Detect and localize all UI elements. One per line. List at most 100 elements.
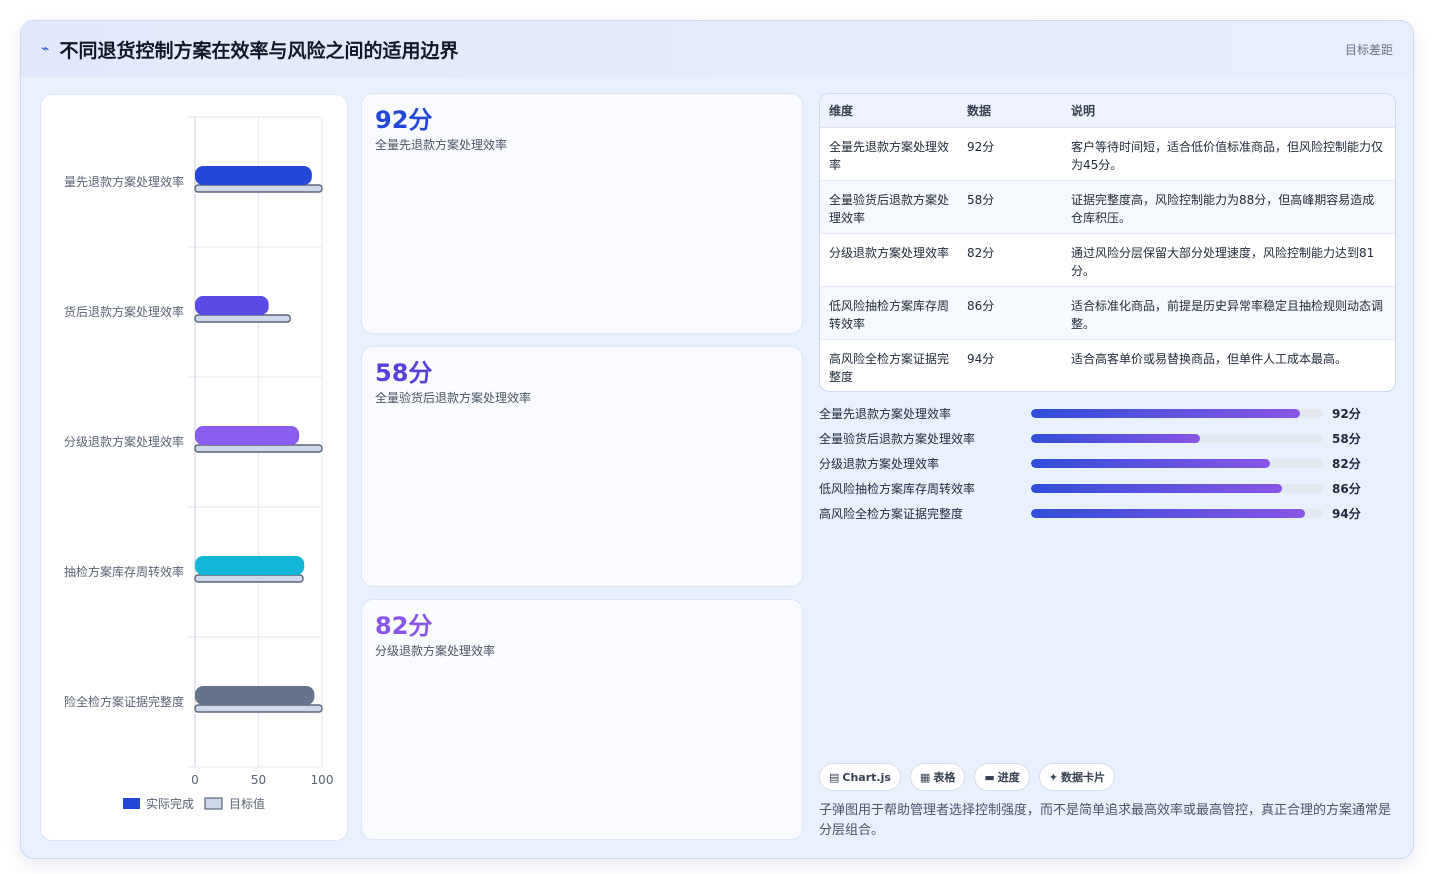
bar-actual <box>195 296 269 315</box>
chip-label: 数据卡片 <box>1060 771 1105 784</box>
x-tick-label: 100 <box>311 773 334 787</box>
progress-icon: ▬ <box>984 770 995 784</box>
chip-progress[interactable]: ▬ 进度 <box>974 763 1030 791</box>
progress-track <box>1031 409 1323 418</box>
bar-target <box>194 314 291 323</box>
data-table-panel: 维度 数据 说明 全量先退款方案处理效率 92分 客户等待时间短，适合低价值标准… <box>819 93 1396 392</box>
table-cell: 客户等待时间短，适合低价值标准商品，但风险控制能力仅为45分。 <box>1062 127 1395 181</box>
table-header-cell: 维度 <box>820 94 958 128</box>
bar-actual <box>195 556 305 575</box>
kpi-card-label: 全量验货后退款方案处理效率 <box>375 391 532 405</box>
progress-fill <box>1031 509 1306 518</box>
progress-label: 高风险全检方案证据完整度 <box>819 507 964 521</box>
table-cell: 82分 <box>958 233 1062 287</box>
bar-actual <box>195 686 315 705</box>
progress-value: 94分 <box>1332 507 1361 521</box>
table-cell: 全量先退款方案处理效率 <box>820 127 958 181</box>
progress-label: 全量先退款方案处理效率 <box>819 407 952 421</box>
table-row: 全量先退款方案处理效率 92分 客户等待时间短，适合低价值标准商品，但风险控制能… <box>820 127 1395 181</box>
table-cell: 证据完整度高，风险控制能力为88分，但高峰期容易造成仓库积压。 <box>1062 180 1395 234</box>
table-cell: 通过风险分层保留大部分处理速度，风险控制能力达到81分。 <box>1062 233 1395 287</box>
legend-swatch-actual <box>123 798 140 809</box>
chip-label: 进度 <box>997 771 1020 784</box>
bar-target <box>194 184 323 193</box>
table-header-row: 维度 数据 说明 <box>820 94 1395 128</box>
y-tick-label: 分级退款方案处理效率 <box>64 434 184 449</box>
table-icon: ▦ <box>919 770 931 784</box>
progress-value: 82分 <box>1332 457 1361 471</box>
kpi-card-2: 58分 全量验货后退款方案处理效率 <box>361 346 803 587</box>
legend-label: 目标值 <box>229 796 265 811</box>
progress-track <box>1031 484 1323 493</box>
progress-track <box>1031 434 1323 443</box>
kpi-card-value: 58分 <box>375 359 433 387</box>
table-cell: 分级退款方案处理效率 <box>820 233 958 287</box>
table-row: 分级退款方案处理效率 82分 通过风险分层保留大部分处理速度，风险控制能力达到8… <box>820 233 1395 287</box>
kpi-card-1: 92分 全量先退款方案处理效率 <box>361 93 803 334</box>
page-title: 不同退货控制方案在效率与风险之间的适用边界 <box>59 39 459 62</box>
legend-label: 实际完成 <box>146 796 194 811</box>
progress-fill <box>1031 434 1201 443</box>
data-table: 维度 数据 说明 全量先退款方案处理效率 92分 客户等待时间短，适合低价值标准… <box>820 94 1395 391</box>
progress-value: 92分 <box>1332 407 1361 421</box>
progress-row: 分级退款方案处理效率 82分 <box>819 451 1379 476</box>
footnote-text: 子弹图用于帮助管理者选择控制强度，而不是简单追求最高效率或最高管控，真正合理的方… <box>819 803 1392 838</box>
chip-label: Chart.js <box>842 770 891 784</box>
table-cell: 86分 <box>958 286 1062 340</box>
progress-row: 高风险全检方案证据完整度 94分 <box>819 501 1379 526</box>
chip-chartjs[interactable]: ▤ Chart.js <box>819 763 901 791</box>
bar-target <box>194 444 323 453</box>
bar-actual <box>195 166 312 185</box>
progress-fill <box>1031 484 1283 493</box>
table-row: 低风险抽检方案库存周转效率 86分 适合标准化商品，前提是历史异常率稳定且抽检规… <box>820 286 1395 340</box>
header-bar: ⌁ 不同退货控制方案在效率与风险之间的适用边界 目标差距 <box>21 21 1413 77</box>
table-header-cell: 数据 <box>958 94 1062 128</box>
logo-icon: ⌁ <box>41 41 50 57</box>
table-cell: 高风险全检方案证据完整度 <box>829 351 950 384</box>
dashboard-frame: ⌁ 不同退货控制方案在效率与风险之间的适用边界 目标差距 量先退款方案处理效率货… <box>20 20 1414 859</box>
table-cell: 低风险抽检方案库存周转效率 <box>820 286 958 340</box>
progress-label: 全量验货后退款方案处理效率 <box>819 432 976 446</box>
progress-row: 全量验货后退款方案处理效率 58分 <box>819 426 1379 451</box>
table-row: 高风险全检方案证据完整度 94分 适合高客单价或易替换商品，但单件人工成本最高。 <box>820 339 1395 391</box>
table-cell: 适合高客单价或易替换商品，但单件人工成本最高。 <box>1071 351 1348 366</box>
chip-label: 表格 <box>933 771 956 784</box>
bullet-chart-panel: 量先退款方案处理效率 货后退款方案处理效率 分级退款方案处理效率 抽检方案库存周转效率… <box>40 94 348 841</box>
bullet-chart: 量先退款方案处理效率货后退款方案处理效率分级退款方案处理效率抽检方案库存周转效率… <box>64 116 334 811</box>
chip-data-cards[interactable]: ✦ 数据卡片 <box>1038 763 1115 791</box>
bar-target <box>194 574 304 583</box>
y-tick-label: 量先退款方案处理效率 <box>64 174 184 189</box>
table-row: 全量验货后退款方案处理效率 58分 证据完整度高，风险控制能力为88分，但高峰期… <box>820 180 1395 234</box>
sparkle-icon: ✦ <box>1048 770 1058 784</box>
kpi-card-value: 92分 <box>375 106 433 134</box>
table-cell: 92分 <box>958 127 1062 181</box>
progress-value: 86分 <box>1332 482 1361 496</box>
progress-value: 58分 <box>1332 432 1361 446</box>
x-tick-label: 50 <box>251 773 266 787</box>
progress-track <box>1031 459 1323 468</box>
progress-fill <box>1031 459 1271 468</box>
progress-track <box>1031 509 1323 518</box>
chip-group: ▤ Chart.js ▦ 表格 ▬ 进度 ✦ 数据卡片 <box>819 763 1115 791</box>
table-cell: 94分 <box>967 351 995 366</box>
progress-row: 低风险抽检方案库存周转效率 86分 <box>819 476 1379 501</box>
table-cell: 全量验货后退款方案处理效率 <box>820 180 958 234</box>
x-tick-label: 0 <box>191 773 199 787</box>
kpi-card-label: 全量先退款方案处理效率 <box>375 138 508 152</box>
table-cell: 58分 <box>958 180 1062 234</box>
kpi-card-label: 分级退款方案处理效率 <box>375 644 496 658</box>
progress-row: 全量先退款方案处理效率 92分 <box>819 401 1379 426</box>
header-right-label[interactable]: 目标差距 <box>1345 41 1393 58</box>
y-tick-label: 抽检方案库存周转效率 <box>64 564 184 579</box>
kpi-card-value: 82分 <box>375 612 433 640</box>
legend-swatch-target <box>204 797 223 810</box>
bar-target <box>194 704 323 713</box>
table-header-cell: 说明 <box>1062 94 1395 128</box>
progress-list: 全量先退款方案处理效率 92分 全量验货后退款方案处理效率 58分 分级退款方案… <box>819 401 1379 526</box>
y-tick-label: 货后退款方案处理效率 <box>64 304 184 319</box>
chip-table[interactable]: ▦ 表格 <box>909 763 966 791</box>
y-tick-label: 险全检方案证据完整度 <box>64 694 184 709</box>
progress-label: 低风险抽检方案库存周转效率 <box>819 482 976 496</box>
progress-fill <box>1031 409 1300 418</box>
bar-actual <box>195 426 300 445</box>
